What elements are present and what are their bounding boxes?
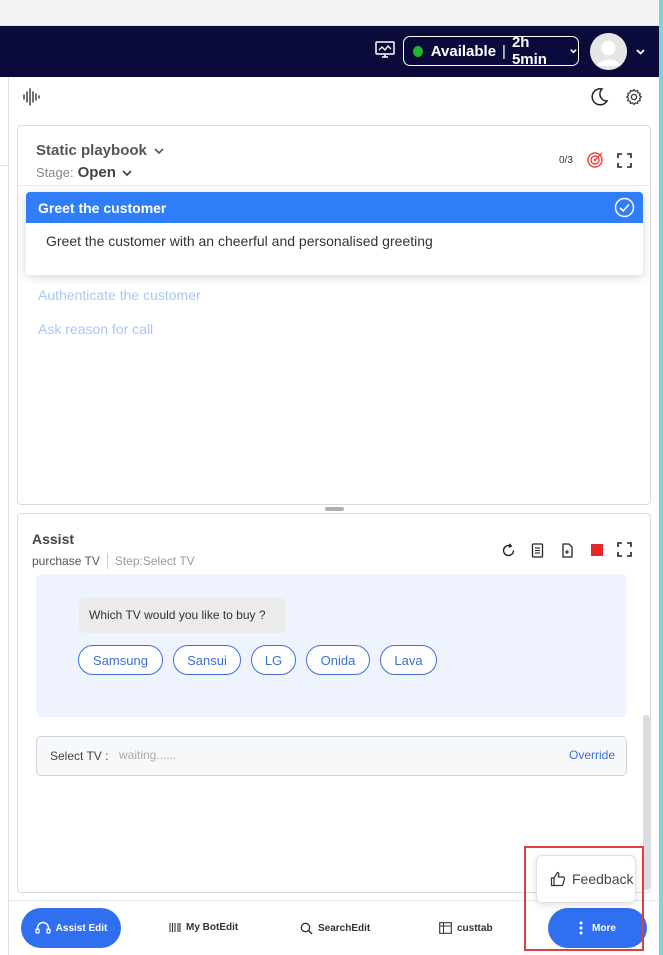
playbook-title: Static playbook <box>36 142 147 159</box>
feedback-menu-item[interactable]: Feedback <box>536 855 636 903</box>
expand-icon[interactable] <box>617 153 632 168</box>
feedback-label: Feedback <box>572 871 634 887</box>
step-title: Greet the customer <box>38 199 167 216</box>
playbook-divider <box>18 185 650 186</box>
headset-icon <box>35 921 51 934</box>
thumbs-up-icon <box>550 871 566 887</box>
refresh-icon[interactable] <box>501 543 516 558</box>
assist-panel: Assist purchase TV Step:Select TV Which … <box>17 513 651 893</box>
option-chip-sansui[interactable]: Sansui <box>173 645 241 675</box>
playbook-progress-count: 0/3 <box>559 155 573 166</box>
waveform-icon[interactable] <box>22 88 40 106</box>
target-icon[interactable] <box>586 151 604 169</box>
search-edit-label: SearchEdit <box>318 923 371 934</box>
monitor-icon[interactable] <box>375 41 395 59</box>
assist-title: Assist <box>32 531 75 547</box>
assist-edit-button[interactable]: Assist Edit <box>21 908 121 948</box>
barcode-icon <box>169 923 181 932</box>
search-icon <box>300 922 313 935</box>
more-vertical-icon <box>579 921 583 935</box>
option-chip-onida[interactable]: Onida <box>306 645 370 675</box>
playbook-panel: Static playbook Stage: Open 0/3 <box>17 125 651 505</box>
select-tv-field[interactable]: Select TV : waiting...... Override <box>36 736 627 776</box>
step-description: Greet the customer with an cheerful and … <box>46 233 433 249</box>
assist-step-name: Step:Select TV <box>114 554 195 568</box>
table-icon <box>439 922 452 934</box>
stage-value: Open <box>77 164 116 181</box>
expand-icon[interactable] <box>617 542 632 557</box>
status-separator: | <box>502 42 506 60</box>
assist-chat-area: Which TV would you like to buy ? Samsung… <box>36 574 627 717</box>
browser-top-strip <box>0 0 663 26</box>
secondary-toolbar <box>10 77 659 117</box>
file-edit-icon[interactable] <box>560 543 575 558</box>
assist-breadcrumb: purchase TV Step:Select TV <box>32 553 195 569</box>
window-edge <box>659 0 663 955</box>
override-link[interactable]: Override <box>569 748 615 762</box>
step-header[interactable]: Greet the customer <box>26 192 643 223</box>
custtab-label: custtab <box>457 922 493 934</box>
option-chip-lava[interactable]: Lava <box>380 645 437 675</box>
assist-scrollbar[interactable] <box>643 715 650 890</box>
avatar[interactable] <box>590 33 627 70</box>
stage-label: Stage: <box>36 165 74 180</box>
select-tv-label: Select TV : <box>50 749 109 763</box>
step-item-ask-reason[interactable]: Ask reason for call <box>38 321 153 337</box>
stop-icon[interactable] <box>591 544 603 556</box>
breadcrumb-separator <box>106 553 108 569</box>
tab-my-bot-edit[interactable]: My BotEdit <box>169 922 238 933</box>
check-circle-icon[interactable] <box>614 197 635 218</box>
availability-status-button[interactable]: Available | 2h 5min <box>403 34 579 68</box>
my-bot-edit-label: My BotEdit <box>186 922 239 933</box>
tab-search-edit[interactable]: SearchEdit <box>300 922 370 935</box>
option-chip-samsung[interactable]: Samsung <box>78 645 163 675</box>
left-sidebar-edge <box>0 77 9 955</box>
moon-icon[interactable] <box>589 87 609 107</box>
status-time: 2h 5min <box>511 34 547 68</box>
document-icon[interactable] <box>530 543 545 558</box>
bot-question-bubble: Which TV would you like to buy ? <box>79 598 285 633</box>
status-dot-icon <box>413 45 423 57</box>
more-label: More <box>592 922 616 934</box>
chevron-down-icon <box>154 147 164 154</box>
gear-icon[interactable] <box>625 88 643 106</box>
playbook-title-dropdown[interactable]: Static playbook <box>36 142 165 159</box>
profile-chevron-down-icon[interactable] <box>635 46 646 57</box>
step-item-authenticate[interactable]: Authenticate the customer <box>38 287 201 303</box>
active-step-card[interactable]: Greet the customer Greet the customer wi… <box>26 192 643 275</box>
option-chip-lg[interactable]: LG <box>251 645 296 675</box>
stage-dropdown[interactable]: Stage: Open <box>36 164 133 181</box>
chevron-down-icon <box>122 169 132 176</box>
assist-flow-name: purchase TV <box>32 554 100 568</box>
more-button[interactable]: More <box>548 908 647 948</box>
panel-resize-handle[interactable] <box>325 507 344 511</box>
status-label: Available <box>430 42 497 60</box>
user-avatar-icon <box>590 33 627 70</box>
select-tv-value: waiting...... <box>119 748 177 762</box>
assist-edit-label: Assist Edit <box>55 922 108 934</box>
tab-custtab[interactable]: custtab <box>439 922 493 934</box>
chevron-down-icon <box>570 49 577 54</box>
